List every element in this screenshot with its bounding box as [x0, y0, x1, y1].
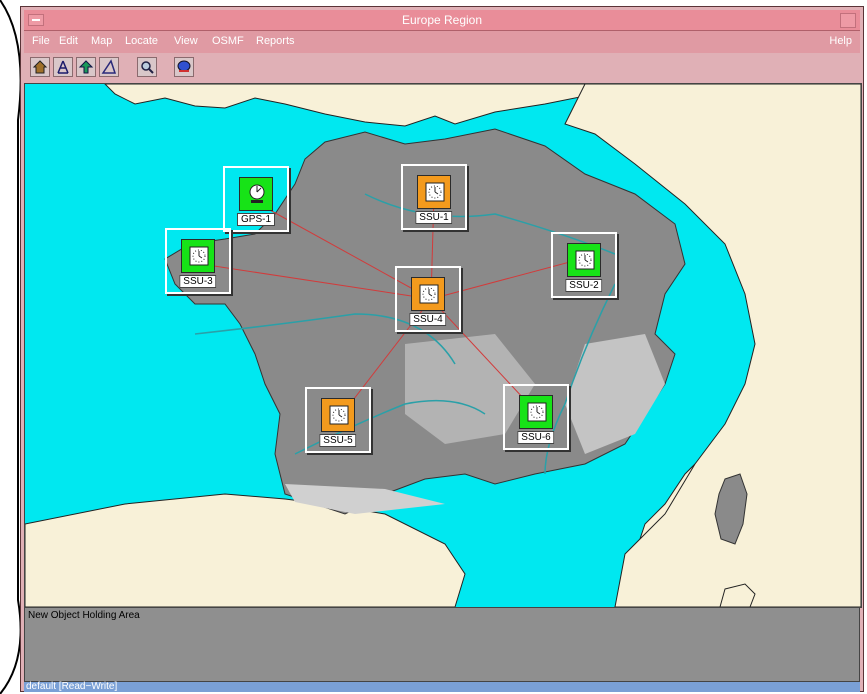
triangle-tool-icon [101, 59, 117, 74]
clock-icon [519, 395, 553, 429]
menu-edit[interactable]: Edit [59, 35, 78, 47]
menu-map[interactable]: Map [91, 35, 112, 47]
land-england [104, 84, 586, 127]
node-gps-1[interactable]: GPS-1 [223, 166, 289, 232]
node-label: SSU-3 [179, 275, 217, 288]
menu-osmf[interactable]: OSMF [212, 35, 244, 47]
menu-locate[interactable]: Locate [125, 35, 158, 47]
toolbar [24, 54, 860, 82]
node-ssu-6[interactable]: SSU-6 [503, 384, 569, 450]
clock-icon [181, 239, 215, 273]
gps-receiver-icon [239, 177, 273, 211]
zoom-icon [141, 61, 154, 74]
menu-help[interactable]: Help [829, 35, 852, 47]
menu-file[interactable]: File [32, 35, 50, 47]
home-icon [32, 60, 48, 74]
node-ssu-4[interactable]: SSU-4 [395, 266, 461, 332]
network-icon [57, 60, 69, 74]
home-button[interactable] [30, 57, 50, 77]
menu-bar: File Edit Map Locate View OSMF Reports H… [24, 31, 860, 53]
triangle-tool-button[interactable] [99, 57, 119, 77]
node-ssu-5[interactable]: SSU-5 [305, 387, 371, 453]
menu-view[interactable]: View [174, 35, 198, 47]
up-button[interactable] [76, 57, 96, 77]
zoom-button[interactable] [137, 57, 157, 77]
globe-button[interactable] [174, 57, 194, 77]
title-bar[interactable]: Europe Region [24, 10, 860, 31]
holding-area-label: New Object Holding Area [28, 610, 140, 621]
clock-icon [567, 243, 601, 277]
map-canvas [25, 84, 861, 607]
menu-reports[interactable]: Reports [256, 35, 295, 47]
up-arrow-icon [78, 60, 94, 74]
node-label: GPS-1 [236, 213, 276, 226]
node-label: SSU-4 [409, 313, 447, 326]
node-ssu-2[interactable]: SSU-2 [551, 232, 617, 298]
clock-icon [417, 175, 451, 209]
window-title: Europe Region [401, 13, 483, 27]
new-object-holding-area[interactable]: New Object Holding Area [24, 607, 860, 682]
node-ssu-3[interactable]: SSU-3 [165, 228, 231, 294]
main-window: Europe Region File Edit Map Locate View … [20, 6, 864, 692]
network-button[interactable] [53, 57, 73, 77]
land-spain [25, 493, 466, 607]
node-ssu-1[interactable]: SSU-1 [401, 164, 467, 230]
window-control-button[interactable] [840, 13, 856, 28]
clock-icon [411, 277, 445, 311]
globe-icon [177, 60, 191, 72]
map-view[interactable]: GPS-1 SSU-1 SSU-3 SSU-4 SSU-2 SSU-5 SSU-… [24, 83, 862, 608]
status-text: default [Read−Write] [26, 681, 118, 692]
status-bar: default [Read−Write] [24, 681, 860, 692]
clock-icon [321, 398, 355, 432]
node-label: SSU-6 [517, 431, 555, 444]
node-label: SSU-5 [319, 434, 357, 447]
node-label: SSU-1 [415, 211, 453, 224]
node-label: SSU-2 [565, 279, 603, 292]
